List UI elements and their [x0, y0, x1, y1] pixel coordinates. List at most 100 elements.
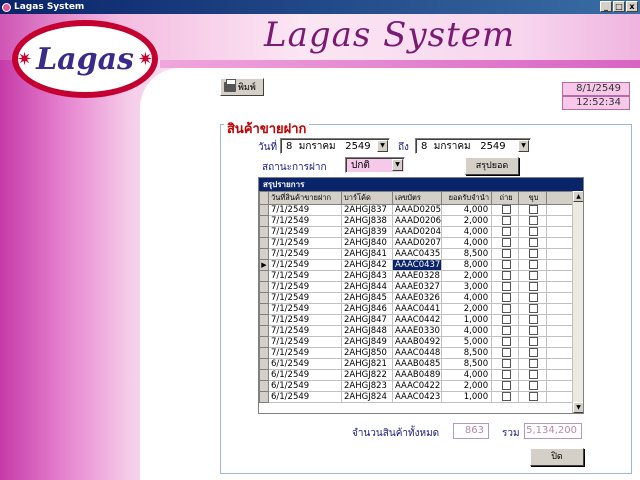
close-button[interactable]: ปิด [530, 448, 584, 466]
photo-checkbox[interactable] [501, 260, 511, 269]
row-selector[interactable] [259, 292, 269, 304]
table-row[interactable]: 7/1/2549 2AHGJ844 AAAE0327 3,000 [259, 281, 578, 293]
redeem-checkbox[interactable] [529, 249, 539, 258]
photo-checkbox[interactable] [501, 348, 511, 357]
total-count-value: 863 [453, 423, 489, 439]
redeem-checkbox[interactable] [529, 271, 539, 280]
card-number-cell: AAAC0423 [391, 391, 443, 403]
table-row[interactable]: 6/1/2549 2AHGJ823 AAAC0422 2,000 [259, 380, 578, 392]
redeem-checkbox[interactable] [529, 392, 539, 401]
row-selector[interactable] [259, 303, 269, 315]
row-selector[interactable] [259, 270, 269, 282]
redeem-checkbox[interactable] [529, 216, 539, 225]
photo-checkbox[interactable] [501, 271, 511, 280]
photo-checkbox[interactable] [501, 359, 511, 368]
date-from-picker[interactable]: 8 มกราคม 2549 ▼ [280, 138, 390, 154]
photo-checkbox[interactable] [501, 238, 511, 247]
table-row[interactable]: 6/1/2549 2AHGJ822 AAAB0489 4,000 [259, 369, 578, 381]
redeem-checkbox-cell [518, 336, 548, 348]
photo-checkbox[interactable] [501, 282, 511, 291]
photo-checkbox[interactable] [501, 216, 511, 225]
photo-checkbox[interactable] [501, 227, 511, 236]
row-selector[interactable] [259, 248, 269, 260]
row-selector[interactable] [259, 336, 269, 348]
column-header[interactable]: วันที่สินค้าขายฝาก [268, 191, 342, 205]
redeem-checkbox[interactable] [529, 304, 539, 313]
photo-checkbox[interactable] [501, 337, 511, 346]
scroll-down-icon[interactable]: ▼ [573, 402, 583, 413]
summary-grid: สรุปรายการ วันที่สินค้าขายฝาก บาร์โค้ด เ… [258, 177, 584, 414]
table-row[interactable]: 7/1/2549 2AHGJ850 AAAC0448 8,500 [259, 347, 578, 359]
table-row[interactable]: 7/1/2549 2AHGJ848 AAAE0330 4,000 [259, 325, 578, 337]
column-header[interactable]: เลขบัตร [391, 191, 443, 205]
redeem-checkbox[interactable] [529, 370, 539, 379]
row-selector[interactable] [259, 281, 269, 293]
photo-checkbox[interactable] [501, 293, 511, 302]
table-row[interactable]: 7/1/2549 2AHGJ847 AAAC0442 1,000 [259, 314, 578, 326]
redeem-checkbox[interactable] [529, 359, 539, 368]
table-row[interactable]: 7/1/2549 2AHGJ843 AAAE0328 2,000 [259, 270, 578, 282]
row-selector[interactable] [259, 347, 269, 359]
summary-button[interactable]: สรุปยอด [465, 157, 519, 175]
row-selector[interactable] [259, 226, 269, 238]
dropdown-arrow-icon[interactable]: ▼ [392, 159, 403, 171]
redeem-checkbox[interactable] [529, 315, 539, 324]
redeem-checkbox-cell [518, 325, 548, 337]
table-row[interactable]: 7/1/2549 2AHGJ841 AAAC0435 8,500 [259, 248, 578, 260]
close-window-button[interactable]: x [626, 1, 638, 12]
row-selector[interactable] [259, 369, 269, 381]
table-row[interactable]: 7/1/2549 2AHGJ839 AAAD0204 4,000 [259, 226, 578, 238]
redeem-checkbox[interactable] [529, 337, 539, 346]
redeem-checkbox[interactable] [529, 348, 539, 357]
table-row[interactable]: ▶ 7/1/2549 2AHGJ842 AAAC0437 8,000 [259, 259, 578, 271]
photo-checkbox-cell [491, 204, 520, 216]
row-selector[interactable] [259, 391, 269, 403]
vertical-scrollbar[interactable]: ▲ ▼ [572, 191, 583, 413]
print-button[interactable]: พิมพ์ [220, 78, 264, 96]
row-selector[interactable] [259, 325, 269, 337]
status-select[interactable]: ปกติ ▼ [345, 157, 405, 173]
maximize-button[interactable]: □ [613, 1, 625, 12]
table-row[interactable]: 7/1/2549 2AHGJ837 AAAD0205 4,000 [259, 204, 578, 216]
redeem-checkbox[interactable] [529, 205, 539, 214]
redeem-checkbox[interactable] [529, 260, 539, 269]
scroll-up-icon[interactable]: ▲ [573, 191, 583, 202]
column-header[interactable]: ขุบ [518, 191, 548, 205]
row-pointer-icon[interactable]: ▶ [259, 259, 269, 271]
redeem-checkbox[interactable] [529, 381, 539, 390]
table-row[interactable]: 6/1/2549 2AHGJ824 AAAC0423 1,000 [259, 391, 578, 403]
column-header[interactable]: ยอดรับจำนำ [441, 191, 493, 205]
table-row[interactable]: 7/1/2549 2AHGJ838 AAAD0206 2,000 [259, 215, 578, 227]
redeem-checkbox[interactable] [529, 293, 539, 302]
redeem-checkbox[interactable] [529, 326, 539, 335]
redeem-checkbox[interactable] [529, 238, 539, 247]
photo-checkbox[interactable] [501, 370, 511, 379]
row-selector[interactable] [259, 204, 269, 216]
table-row[interactable]: 7/1/2549 2AHGJ849 AAAB0492 5,000 [259, 336, 578, 348]
row-selector[interactable] [259, 314, 269, 326]
table-row[interactable]: 6/1/2549 2AHGJ821 AAAB0485 8,500 [259, 358, 578, 370]
row-selector[interactable] [259, 237, 269, 249]
date-to-picker[interactable]: 8 มกราคม 2549 ▼ [415, 138, 531, 154]
redeem-checkbox[interactable] [529, 282, 539, 291]
photo-checkbox[interactable] [501, 326, 511, 335]
barcode-cell: 2AHGJ840 [341, 237, 393, 249]
redeem-checkbox[interactable] [529, 227, 539, 236]
table-row[interactable]: 7/1/2549 2AHGJ840 AAAD0207 4,000 [259, 237, 578, 249]
row-selector[interactable] [259, 358, 269, 370]
table-row[interactable]: 7/1/2549 2AHGJ846 AAAC0441 2,000 [259, 303, 578, 315]
column-header[interactable]: บาร์โค้ด [341, 191, 393, 205]
photo-checkbox[interactable] [501, 304, 511, 313]
dropdown-arrow-icon[interactable]: ▼ [518, 140, 529, 152]
row-selector[interactable] [259, 380, 269, 392]
photo-checkbox[interactable] [501, 381, 511, 390]
photo-checkbox[interactable] [501, 205, 511, 214]
photo-checkbox[interactable] [501, 392, 511, 401]
row-selector[interactable] [259, 215, 269, 227]
dropdown-arrow-icon[interactable]: ▼ [377, 140, 388, 152]
column-header[interactable]: ถ่าย [491, 191, 520, 205]
photo-checkbox[interactable] [501, 249, 511, 258]
table-row[interactable]: 7/1/2549 2AHGJ845 AAAE0326 4,000 [259, 292, 578, 304]
minimize-button[interactable]: _ [600, 1, 612, 12]
photo-checkbox[interactable] [501, 315, 511, 324]
